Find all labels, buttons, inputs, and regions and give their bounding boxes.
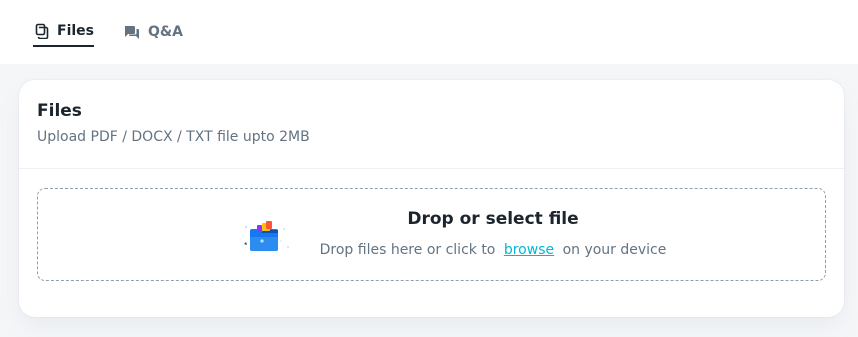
dropzone-desc-prefix: Drop files here or click to (319, 242, 496, 258)
card-header: Files Upload PDF / DOCX / TXT file upto … (19, 80, 844, 169)
tab-qa[interactable]: Q&A (124, 19, 183, 47)
tab-files-label: Files (57, 23, 94, 39)
tab-files[interactable]: Files (33, 19, 94, 47)
tab-qa-label: Q&A (148, 24, 183, 40)
browse-link[interactable]: browse (504, 242, 554, 258)
chat-icon (124, 24, 140, 40)
tabs-bar: Files Q&A (0, 0, 858, 64)
files-card: Files Upload PDF / DOCX / TXT file upto … (19, 80, 844, 317)
card-subtitle: Upload PDF / DOCX / TXT file upto 2MB (37, 129, 310, 145)
files-icon (33, 23, 49, 39)
upload-folder-illustration (240, 217, 294, 257)
card-title: Files (37, 101, 82, 121)
dropzone-title: Drop or select file (407, 209, 579, 229)
tabs: Files Q&A (33, 19, 183, 47)
file-dropzone[interactable]: Drop or select file Drop files here or c… (37, 188, 826, 281)
dropzone-description: Drop files here or click to browse on yo… (298, 242, 688, 258)
dropzone-desc-suffix: on your device (562, 242, 667, 258)
dropzone-text: Drop or select file Drop files here or c… (298, 209, 688, 258)
